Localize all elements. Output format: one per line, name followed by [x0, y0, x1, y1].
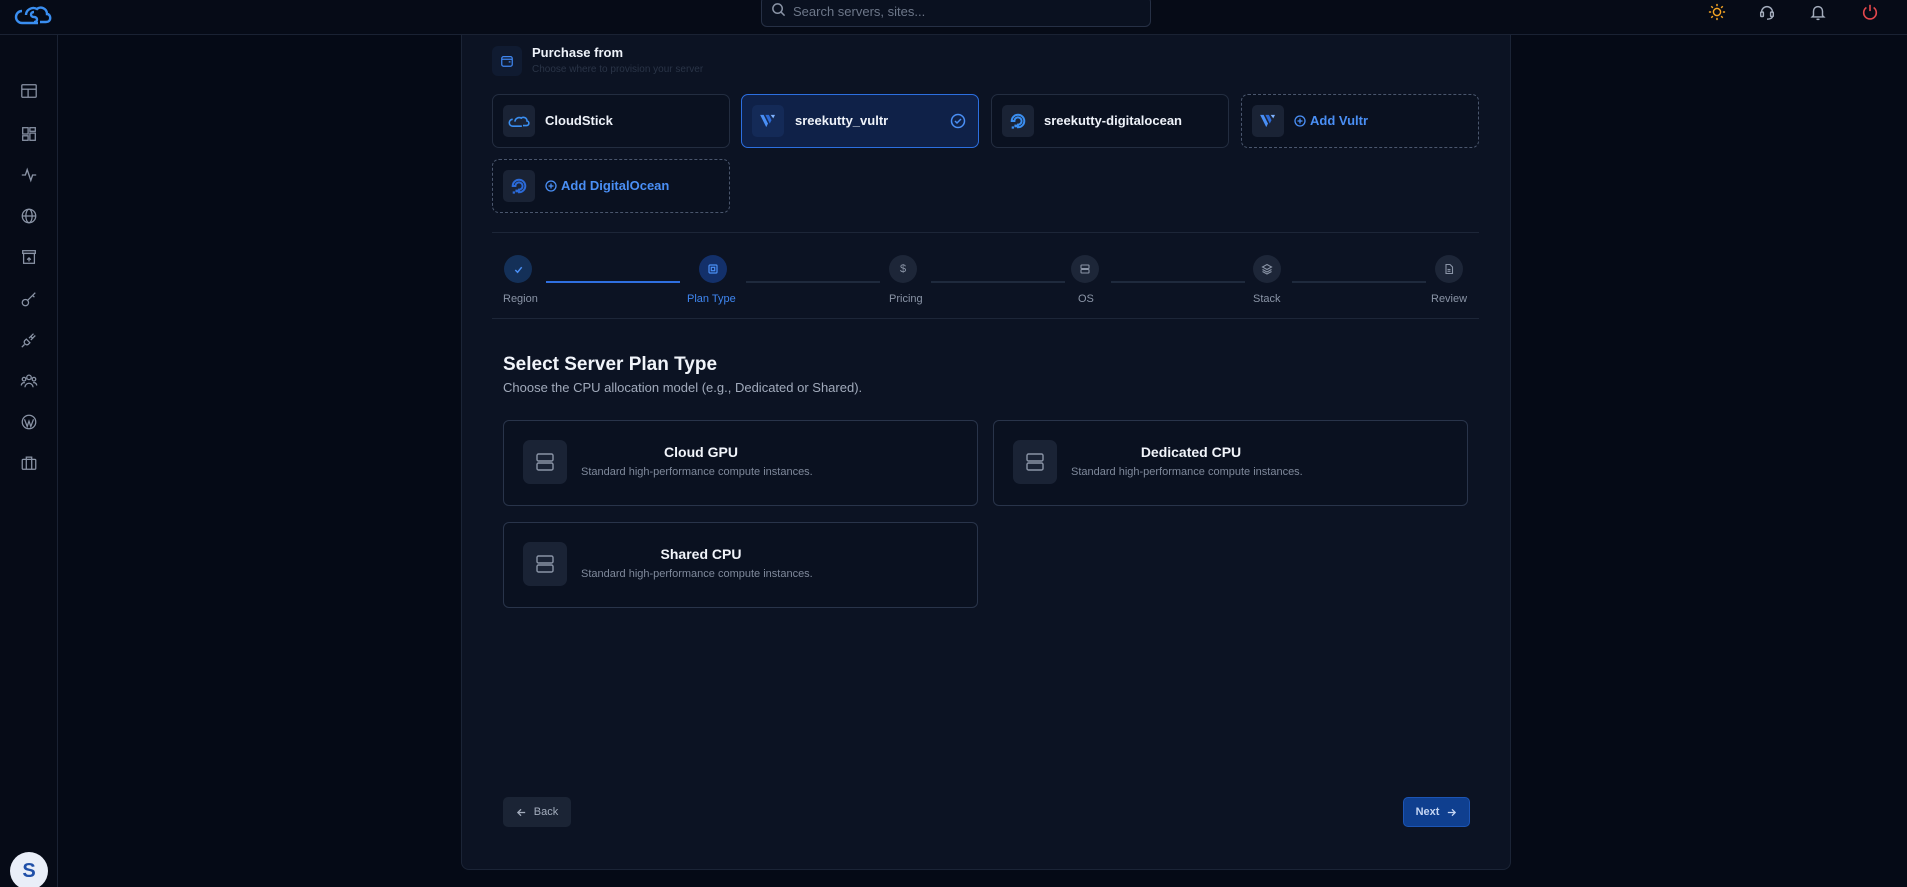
selected-check-icon — [950, 113, 966, 134]
search-input[interactable] — [793, 4, 1123, 19]
digitalocean-logo-icon — [1002, 105, 1034, 137]
search-bar[interactable] — [761, 0, 1151, 27]
divider — [492, 232, 1479, 233]
next-button[interactable]: Next — [1403, 797, 1470, 827]
section-title: Select Server Plan Type — [503, 354, 718, 375]
step-region[interactable] — [504, 255, 532, 283]
wallet-icon — [492, 46, 522, 76]
theme-toggle-sun-icon[interactable] — [1706, 1, 1728, 23]
provider-cloudstick[interactable]: CloudStick — [492, 94, 730, 148]
step-connector — [546, 281, 680, 283]
sidebar-apps-grid-icon[interactable] — [17, 122, 41, 146]
provider-sreekutty-digitalocean[interactable]: sreekutty-digitalocean — [991, 94, 1229, 148]
plan-name: Shared CPU — [660, 546, 742, 562]
back-button[interactable]: Back — [503, 797, 571, 827]
support-headset-icon[interactable] — [1756, 1, 1778, 23]
step-pricing[interactable]: $ — [889, 255, 917, 283]
sidebar-plug-icon[interactable] — [17, 328, 41, 352]
divider — [492, 318, 1479, 319]
plus-circle-icon — [1294, 114, 1306, 127]
server-icon — [523, 440, 567, 484]
add-provider-label: Add Vultr — [1294, 113, 1368, 128]
notifications-bell-icon[interactable] — [1807, 1, 1829, 23]
arrow-right-icon — [1448, 808, 1457, 816]
layers-icon — [1261, 263, 1273, 275]
provider-label: sreekutty_vultr — [795, 113, 889, 128]
plan-description: Standard high-performance compute instan… — [581, 568, 813, 580]
cloudstick-logo[interactable] — [12, 2, 54, 26]
create-server-card: Purchase from Choose where to provision … — [461, 35, 1511, 870]
plan-card-shared-cpu[interactable]: Shared CPU Standard high-performance com… — [503, 522, 978, 608]
plan-card-cloud-gpu[interactable]: Cloud GPU Standard high-performance comp… — [503, 420, 978, 506]
server-icon — [1013, 440, 1057, 484]
plan-description: Standard high-performance compute instan… — [1071, 466, 1303, 478]
add-vultr-label: Add Vultr — [1310, 113, 1369, 128]
step-stack[interactable] — [1253, 255, 1281, 283]
plan-name: Cloud GPU — [664, 444, 738, 460]
arrow-left-icon — [516, 808, 525, 816]
cpu-icon — [708, 264, 718, 274]
check-icon — [514, 266, 522, 273]
step-connector — [931, 281, 1065, 283]
section-subtitle: Choose the CPU allocation model (e.g., D… — [503, 380, 863, 395]
vultr-logo-icon — [1252, 105, 1284, 137]
add-digitalocean-button[interactable]: Add DigitalOcean — [492, 159, 730, 213]
digitalocean-logo-icon — [503, 170, 535, 202]
add-vultr-button[interactable]: Add Vultr — [1241, 94, 1479, 148]
plus-circle-icon — [545, 179, 557, 192]
step-label-os: OS — [1078, 293, 1094, 305]
server-icon — [523, 542, 567, 586]
add-provider-label: Add DigitalOcean — [545, 178, 669, 193]
step-label-stack: Stack — [1253, 293, 1281, 305]
step-review[interactable] — [1435, 255, 1463, 283]
purchase-from-title: Purchase from — [532, 45, 624, 60]
step-connector — [1292, 281, 1426, 283]
vultr-logo-icon — [752, 105, 784, 137]
next-button-label: Next — [1415, 806, 1440, 818]
sidebar-store-icon[interactable] — [17, 245, 41, 269]
purchase-from-subtitle: Choose where to provision your server — [532, 64, 704, 75]
cloudstick-logo-icon — [503, 105, 535, 137]
step-plan-type[interactable] — [699, 255, 727, 283]
add-digitalocean-label: Add DigitalOcean — [561, 178, 670, 193]
step-os[interactable] — [1071, 255, 1099, 283]
search-icon — [771, 2, 786, 22]
plan-name: Dedicated CPU — [1140, 444, 1242, 460]
provider-label: sreekutty-digitalocean — [1044, 113, 1182, 128]
step-connector — [1111, 281, 1245, 283]
top-bar — [0, 0, 1907, 35]
sidebar-activity-icon[interactable] — [17, 163, 41, 187]
sidebar-briefcase-icon[interactable] — [17, 451, 41, 475]
sidebar: S — [0, 35, 58, 887]
step-label-region: Region — [503, 293, 538, 305]
provider-sreekutty-vultr[interactable]: sreekutty_vultr — [741, 94, 979, 148]
server-icon — [1080, 264, 1090, 274]
step-connector — [746, 281, 880, 283]
back-button-label: Back — [533, 806, 559, 818]
sidebar-team-icon[interactable] — [17, 369, 41, 393]
step-label-review: Review — [1431, 293, 1468, 305]
plan-card-dedicated-cpu[interactable]: Dedicated CPU Standard high-performance … — [993, 420, 1468, 506]
sidebar-wordpress-icon[interactable] — [17, 410, 41, 434]
step-label-plan-type: Plan Type — [687, 293, 736, 305]
provider-label: CloudStick — [545, 113, 613, 128]
sidebar-globe-icon[interactable] — [17, 204, 41, 228]
sidebar-key-icon[interactable] — [17, 287, 41, 311]
step-label-pricing: Pricing — [889, 293, 923, 305]
user-avatar[interactable]: S — [10, 852, 48, 887]
sidebar-dashboard-icon[interactable] — [17, 79, 41, 103]
file-icon — [1445, 263, 1454, 275]
logout-power-icon[interactable] — [1859, 1, 1881, 23]
plan-description: Standard high-performance compute instan… — [581, 466, 813, 478]
dollar-icon: $ — [899, 263, 907, 275]
